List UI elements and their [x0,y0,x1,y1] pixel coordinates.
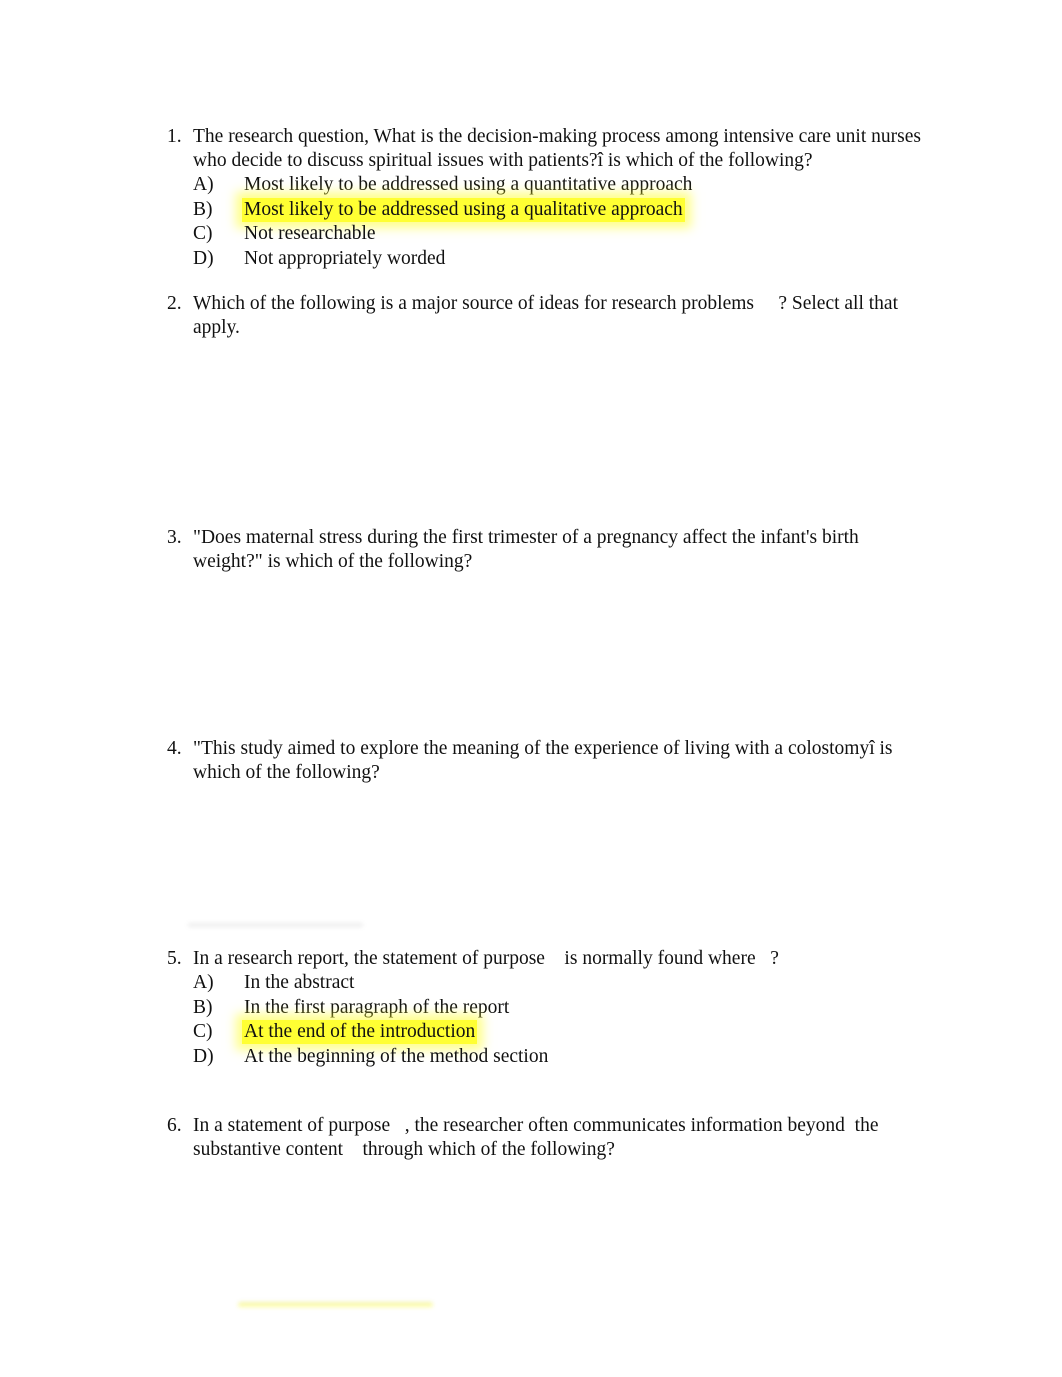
option-text: Not appropriately worded [244,247,446,269]
question-number: 2. [167,293,182,314]
question-number: 3. [167,527,182,548]
option-text: At the beginning of the method section [244,1045,549,1067]
answer-options: A) Most likely to be addressed using a q… [193,173,927,271]
highlight-smudge [238,1302,433,1308]
question-3: 3. "Does maternal stress during the firs… [167,526,927,574]
option-a: A) In the abstract [193,971,927,996]
option-letter: C) [193,1021,213,1042]
question-text: In a research report, the statement of p… [193,948,779,969]
option-c: C) Not researchable [193,222,927,247]
question-number: 1. [167,126,182,147]
option-letter: A) [193,972,214,993]
question-number: 4. [167,738,182,759]
option-b: B) In the first paragraph of the report [193,996,927,1021]
option-letter: D) [193,247,214,269]
option-b: B) Most likely to be addressed using a q… [193,197,927,223]
scan-smudge [188,922,363,928]
option-letter: B) [193,198,213,220]
option-c: C) At the end of the introduction [193,1020,927,1045]
option-letter: A) [193,174,214,195]
option-letter: B) [193,996,213,1018]
option-d: D) At the beginning of the method sectio… [193,1045,927,1070]
question-number: 6. [167,1115,182,1136]
question-number: 5. [167,948,182,969]
option-text: Most likely to be addressed using a quan… [244,174,693,195]
question-4: 4. "This study aimed to explore the mean… [167,737,927,785]
option-text-highlighted: Most likely to be addressed using a qual… [242,197,685,222]
option-text-highlighted: At the end of the introduction [242,1020,478,1044]
option-a: A) Most likely to be addressed using a q… [193,173,927,198]
answer-options: A) In the abstract B) In the first parag… [193,971,927,1069]
option-d: D) Not appropriately worded [193,247,927,272]
question-text: In a statement of purpose , the research… [193,1115,884,1160]
option-letter: C) [193,223,213,244]
option-text: Not researchable [244,223,376,244]
question-text: The research question, What is the decis… [193,126,926,171]
question-6: 6. In a statement of purpose , the resea… [167,1114,927,1162]
question-5: 5. In a research report, the statement o… [167,947,927,1069]
option-text: In the first paragraph of the report [244,996,510,1018]
option-letter: D) [193,1045,214,1067]
question-text: "This study aimed to explore the meaning… [193,738,898,783]
option-text: In the abstract [244,972,355,993]
question-1: 1. The research question, What is the de… [167,125,927,271]
question-2: 2. Which of the following is a major sou… [167,292,927,340]
question-text: "Does maternal stress during the first t… [193,527,864,572]
question-text: Which of the following is a major source… [193,293,903,338]
